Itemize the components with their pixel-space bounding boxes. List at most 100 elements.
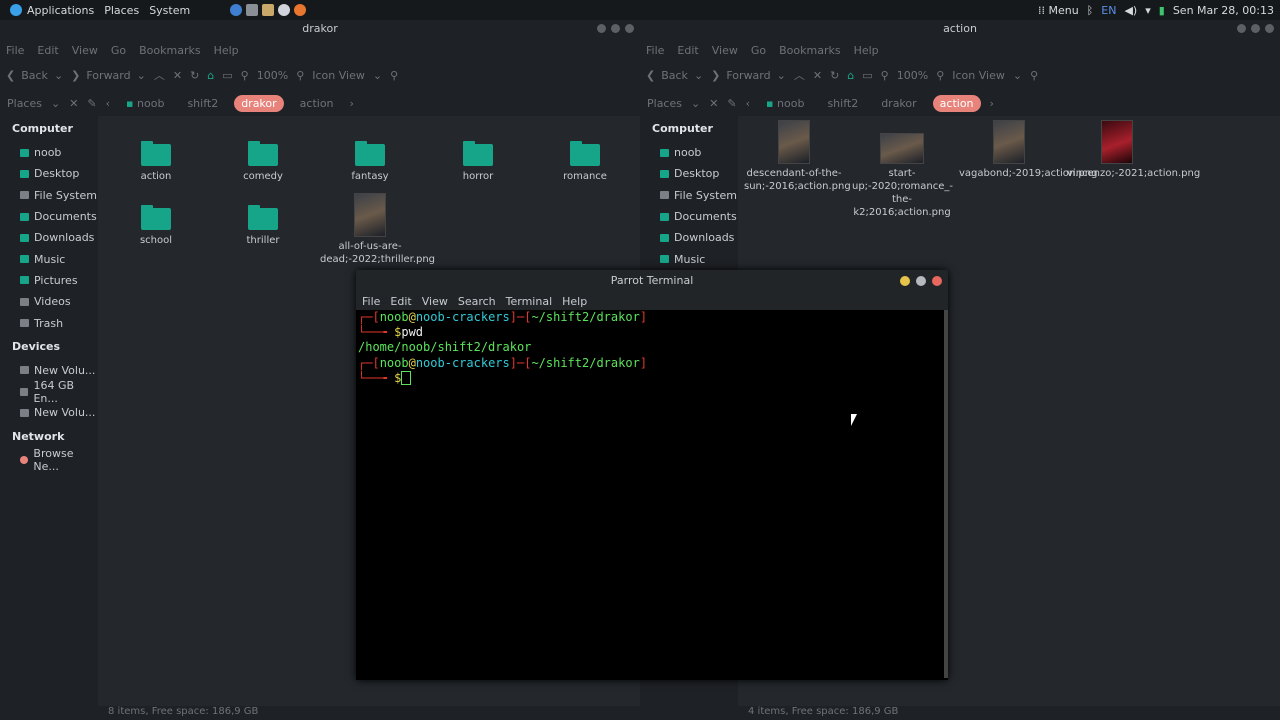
- folder-item[interactable]: thriller: [213, 205, 313, 247]
- sidebar-item-desktop[interactable]: Desktop: [0, 163, 98, 184]
- file-item[interactable]: vincenzo;-2021;action.png: [1067, 120, 1200, 180]
- computer-icon[interactable]: ▭: [222, 69, 232, 82]
- file-item[interactable]: all-of-us-are-dead;-2022;thriller.png: [320, 193, 435, 266]
- settings-launcher-icon[interactable]: [278, 4, 291, 16]
- places-menu[interactable]: Places: [104, 4, 139, 17]
- chevron-down-icon[interactable]: ⌄: [691, 97, 700, 110]
- stop-icon[interactable]: ✕: [813, 69, 822, 82]
- menu-file[interactable]: File: [646, 44, 664, 57]
- folder-item[interactable]: romance: [535, 141, 635, 183]
- menu-edit[interactable]: Edit: [677, 44, 698, 57]
- files-launcher-icon[interactable]: [262, 4, 275, 16]
- file-item[interactable]: descendant-of-the-sun;-2016;action.png: [744, 120, 851, 193]
- stop-icon[interactable]: ✕: [173, 69, 182, 82]
- home-icon[interactable]: ⌂: [847, 69, 854, 82]
- folder-item[interactable]: comedy: [213, 141, 313, 183]
- sidebar-item-trash[interactable]: Trash: [0, 312, 98, 333]
- chevron-down-icon[interactable]: ⌄: [373, 69, 382, 82]
- menu-file[interactable]: File: [6, 44, 24, 57]
- maximize-button[interactable]: [611, 24, 620, 33]
- minimize-button[interactable]: [1237, 24, 1246, 33]
- menu-help[interactable]: Help: [214, 44, 239, 57]
- menu-view[interactable]: View: [72, 44, 98, 57]
- sidebar-item-downloads[interactable]: Downloads: [640, 227, 738, 248]
- sidebar-item-desktop[interactable]: Desktop: [640, 163, 738, 184]
- sidebar-item-volume[interactable]: New Volu...: [0, 402, 98, 423]
- computer-icon[interactable]: ▭: [862, 69, 872, 82]
- zoom-in-icon[interactable]: ⚲: [936, 69, 944, 82]
- file-item[interactable]: vagabond;-2019;action.png: [959, 120, 1097, 180]
- close-button[interactable]: [625, 24, 634, 33]
- sidebar-item-volume[interactable]: 164 GB En...: [0, 379, 98, 405]
- menu-terminal[interactable]: Terminal: [506, 295, 553, 308]
- folder-item[interactable]: action: [106, 141, 206, 183]
- terminal-titlebar[interactable]: Parrot Terminal: [356, 270, 948, 292]
- maximize-button[interactable]: [1251, 24, 1260, 33]
- sidebar-item-noob[interactable]: noob: [0, 142, 98, 163]
- close-pane-icon[interactable]: ✕: [709, 97, 718, 110]
- minimize-button[interactable]: [900, 276, 910, 286]
- menu-edit[interactable]: Edit: [390, 295, 411, 308]
- bluetooth-icon[interactable]: ᛒ: [1087, 4, 1094, 17]
- up-icon[interactable]: ︿: [154, 67, 165, 83]
- window-titlebar[interactable]: action: [640, 20, 1280, 38]
- crumb-drakor[interactable]: drakor: [234, 94, 284, 112]
- sidebar-item-filesystem[interactable]: File System: [640, 185, 738, 206]
- chevron-down-icon[interactable]: ⌄: [51, 97, 60, 110]
- toggle-location-icon[interactable]: ✎: [87, 97, 96, 110]
- places-select[interactable]: Places: [647, 97, 682, 110]
- battery-icon[interactable]: ▮: [1159, 4, 1165, 17]
- path-forward-icon[interactable]: ›: [990, 97, 994, 110]
- menu-help[interactable]: Help: [854, 44, 879, 57]
- home-icon[interactable]: ⌂: [207, 69, 214, 82]
- menu-file[interactable]: File: [362, 295, 380, 308]
- chevron-down-icon[interactable]: ⌄: [1013, 69, 1022, 82]
- launcher-icon[interactable]: [230, 4, 243, 16]
- volume-icon[interactable]: ◀): [1124, 4, 1137, 17]
- sidebar-item-videos[interactable]: Videos: [0, 291, 98, 312]
- wifi-icon[interactable]: ▾: [1145, 4, 1151, 17]
- path-back-icon[interactable]: ‹: [106, 97, 110, 110]
- menu-view[interactable]: View: [422, 295, 448, 308]
- places-select[interactable]: Places: [7, 97, 42, 110]
- crumb-drakor[interactable]: drakor: [874, 95, 923, 112]
- crumb-action[interactable]: action: [932, 94, 981, 112]
- terminal-output[interactable]: ┌─[noob@noob-crackers]─[~/shift2/drakor]…: [356, 310, 946, 678]
- sidebar-item-browse-network[interactable]: Browse Ne...: [0, 447, 98, 473]
- crumb-noob[interactable]: ▪ noob: [759, 95, 811, 112]
- clock[interactable]: Sen Mar 28, 00:13: [1173, 4, 1274, 17]
- menu-bookmarks[interactable]: Bookmarks: [779, 44, 840, 57]
- close-button[interactable]: [932, 276, 942, 286]
- terminal-launcher-icon[interactable]: [246, 4, 259, 16]
- reload-icon[interactable]: ↻: [830, 69, 839, 82]
- zoom-out-icon[interactable]: ⚲: [881, 69, 889, 82]
- applications-menu[interactable]: Applications: [10, 4, 94, 17]
- menu-view[interactable]: View: [712, 44, 738, 57]
- toggle-location-icon[interactable]: ✎: [727, 97, 736, 110]
- reload-icon[interactable]: ↻: [190, 69, 199, 82]
- file-item[interactable]: start-up;-2020;romance_-the-k2;2016;acti…: [852, 133, 953, 219]
- crumb-noob[interactable]: ▪ noob: [119, 95, 171, 112]
- menu-help[interactable]: Help: [562, 295, 587, 308]
- menu-go[interactable]: Go: [751, 44, 766, 57]
- keyboard-layout[interactable]: EN: [1101, 4, 1116, 17]
- sidebar-item-music[interactable]: Music: [640, 248, 738, 269]
- folder-item[interactable]: fantasy: [320, 141, 420, 183]
- path-forward-icon[interactable]: ›: [350, 97, 354, 110]
- sidebar-item-music[interactable]: Music: [0, 248, 98, 269]
- sidebar-item-filesystem[interactable]: File System: [0, 185, 98, 206]
- menu-go[interactable]: Go: [111, 44, 126, 57]
- crumb-action[interactable]: action: [293, 95, 341, 112]
- view-mode-select[interactable]: Icon View: [952, 69, 1005, 82]
- back-button[interactable]: ❮ Back ⌄: [646, 69, 703, 82]
- sidebar-item-documents[interactable]: Documents: [640, 206, 738, 227]
- minimize-button[interactable]: [597, 24, 606, 33]
- menu-bookmarks[interactable]: Bookmarks: [139, 44, 200, 57]
- terminal-scrollbar[interactable]: [944, 310, 948, 678]
- folder-item[interactable]: horror: [428, 141, 528, 183]
- search-icon[interactable]: ⚲: [1030, 69, 1038, 82]
- view-mode-select[interactable]: Icon View: [312, 69, 365, 82]
- window-titlebar[interactable]: drakor: [0, 20, 640, 38]
- crumb-shift2[interactable]: shift2: [820, 95, 865, 112]
- folder-item[interactable]: school: [106, 205, 206, 247]
